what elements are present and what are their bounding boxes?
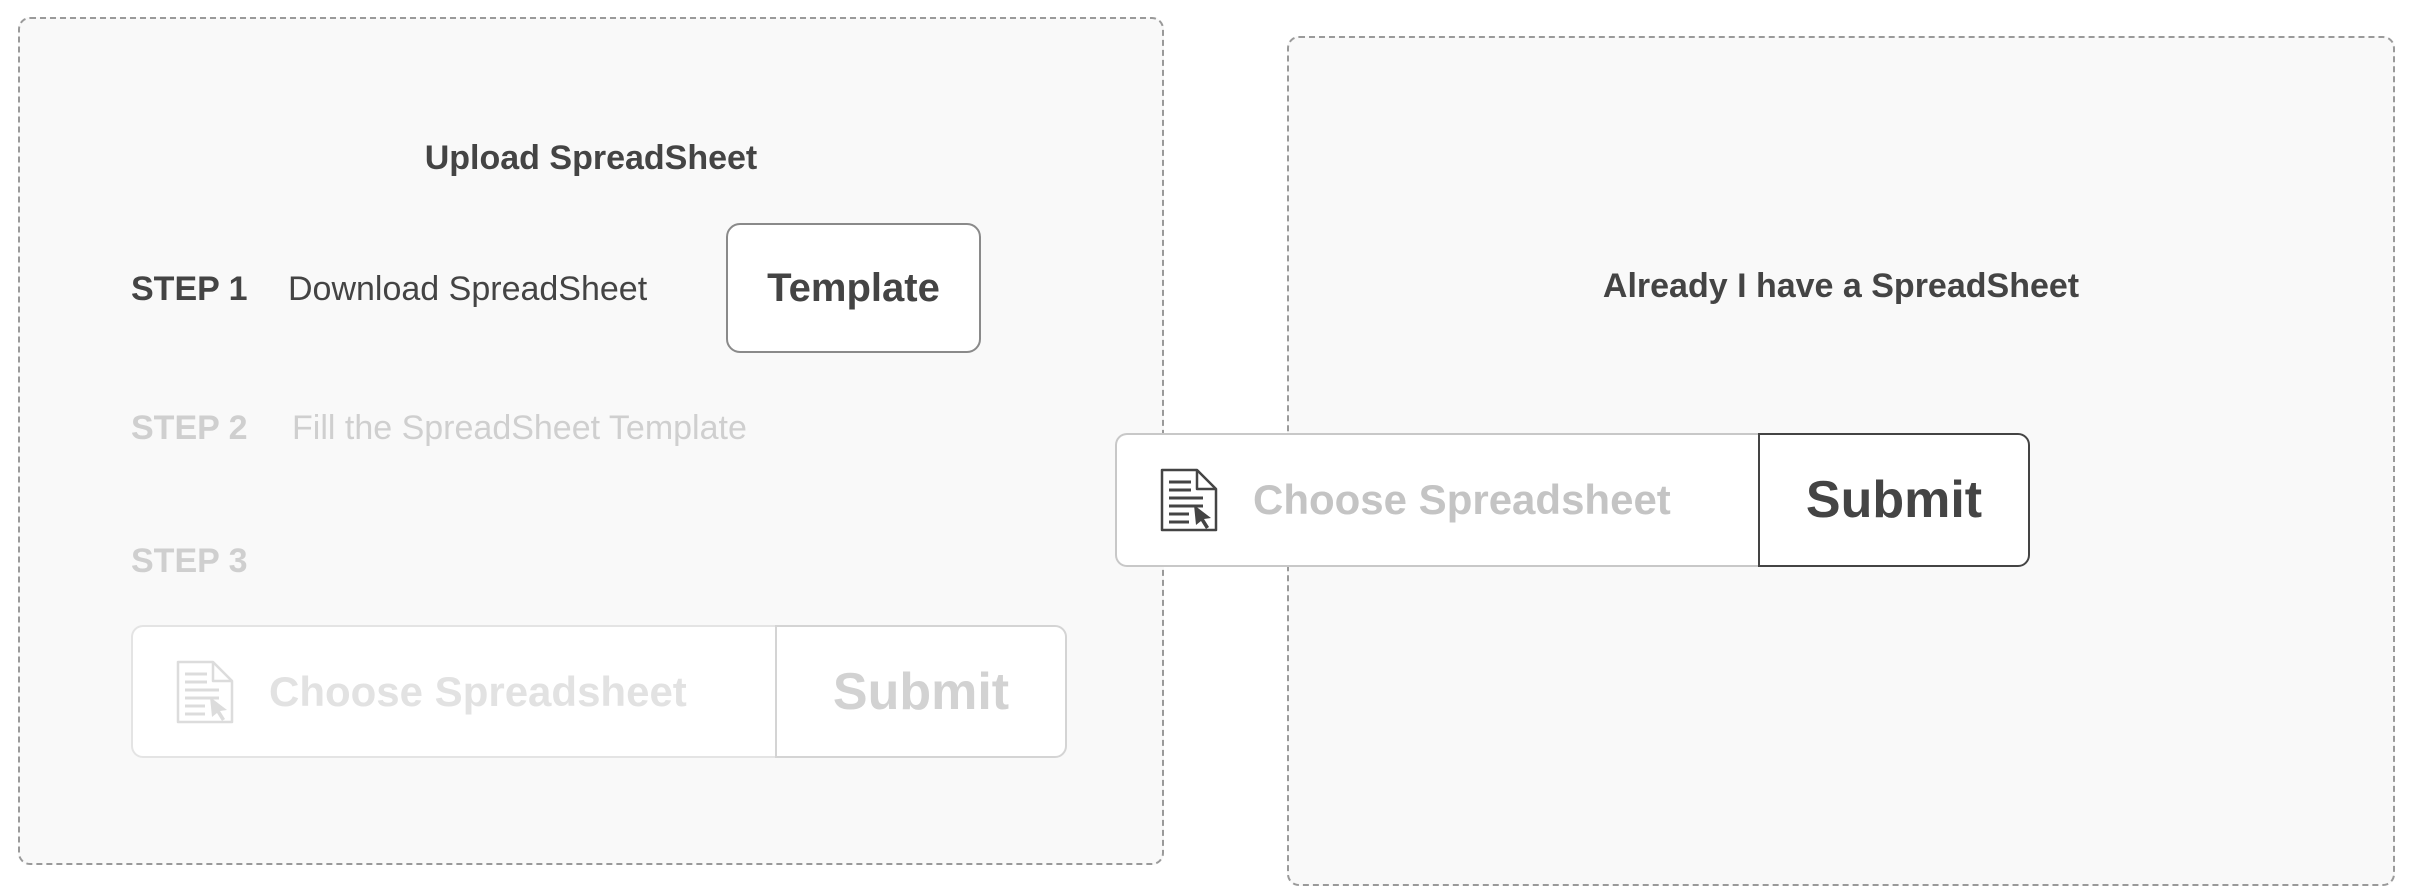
choose-spreadsheet-field[interactable]: Choose Spreadsheet — [1115, 433, 1758, 567]
document-cursor-icon — [1160, 468, 1218, 532]
template-download-button[interactable]: Template — [726, 223, 981, 353]
submit-button[interactable]: Submit — [1758, 433, 2030, 567]
spreadsheet-upload-group-disabled: Choose Spreadsheet Submit — [131, 625, 1067, 758]
panel-title: Upload SpreadSheet — [424, 139, 758, 177]
choose-spreadsheet-field[interactable]: Choose Spreadsheet — [131, 625, 775, 758]
step-2-label: STEP 2 — [131, 409, 248, 447]
spreadsheet-upload-group: Choose Spreadsheet Submit — [1115, 433, 2030, 567]
step-1-text: Download SpreadSheet — [288, 270, 648, 308]
choose-spreadsheet-placeholder: Choose Spreadsheet — [269, 667, 687, 715]
step-3-label: STEP 3 — [131, 542, 248, 580]
upload-spreadsheet-panel: Upload SpreadSheet STEP 1 Download Sprea… — [18, 17, 1164, 865]
step-2-text: Fill the SpreadSheet Template — [292, 409, 747, 447]
step-1-label: STEP 1 — [131, 270, 248, 308]
submit-button[interactable]: Submit — [775, 625, 1067, 758]
panel-title: Already I have a SpreadSheet — [1602, 267, 2080, 305]
choose-spreadsheet-placeholder: Choose Spreadsheet — [1253, 476, 1671, 523]
document-cursor-icon — [176, 660, 234, 723]
